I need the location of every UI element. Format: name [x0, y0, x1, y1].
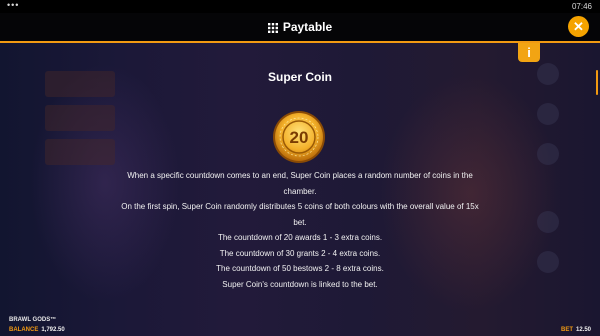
description-line: When a specific countdown comes to an en…: [127, 171, 473, 196]
description-line: The countdown of 30 grants 2 - 4 extra c…: [219, 248, 381, 258]
bet-label: BET: [560, 327, 573, 333]
close-icon: ✕: [573, 19, 584, 34]
description-line: The countdown of 20 awards 1 - 3 extra c…: [217, 233, 383, 242]
paytable-content: Super Coin 20 When a specific countdown …: [0, 43, 600, 336]
grid-icon: [267, 22, 278, 33]
description-line: The countdown of 50 bestows 2 - 8 extra …: [216, 264, 384, 273]
super-coin-icon: 20: [273, 111, 325, 163]
header-title-wrap: Paytable: [0, 19, 600, 35]
status-bar: ••• 07:46: [0, 0, 600, 13]
balance-label: BALANCE: [9, 327, 39, 333]
page-title: Paytable: [282, 20, 333, 34]
balance-display: BALANCE 1,792.50: [9, 327, 65, 333]
section-title: Super Coin: [267, 70, 332, 84]
bet-display: BET 12.50: [561, 327, 591, 333]
section-description: When a specific countdown comes to an en…: [120, 168, 480, 292]
balance-value: 1,792.50: [41, 327, 65, 333]
description-line: On the first spin, Super Coin randomly d…: [121, 202, 479, 227]
paytable-header: Paytable ✕: [0, 13, 600, 41]
bet-value: 12.50: [575, 327, 591, 333]
status-dots: •••: [7, 0, 20, 10]
coin-value: 20: [290, 128, 309, 147]
close-button[interactable]: ✕: [568, 16, 589, 37]
description-line: Super Coin's countdown is linked to the …: [222, 279, 378, 289]
game-name: BRAWL GODS™: [9, 317, 57, 323]
status-time: 07:46: [571, 2, 592, 11]
